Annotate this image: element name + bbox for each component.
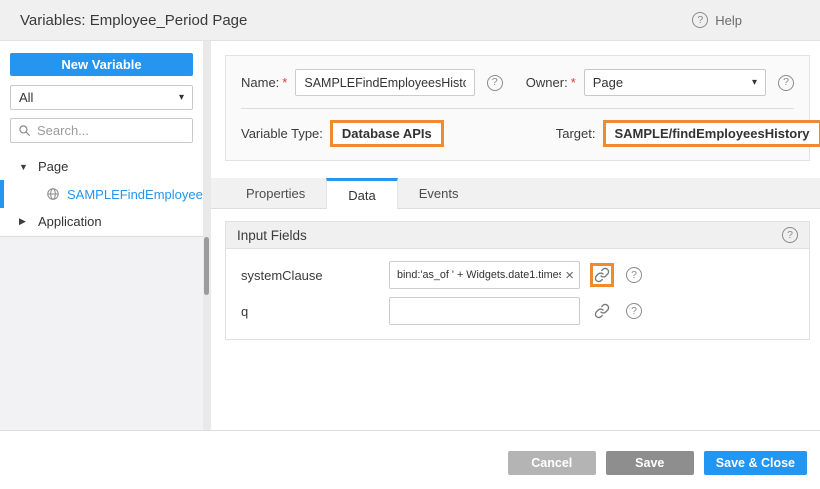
caret-right-icon: ▶ — [19, 216, 29, 227]
tab-properties[interactable]: Properties — [225, 178, 326, 208]
variable-search[interactable] — [10, 118, 193, 143]
chevron-down-icon: ▾ — [179, 92, 184, 103]
owner-select[interactable]: Page ▾ — [584, 69, 766, 96]
tree-group-page[interactable]: ▼ Page — [0, 155, 203, 178]
name-label: Name:* — [241, 75, 287, 90]
variable-filter-select[interactable]: All ▾ — [10, 85, 193, 110]
variable-type-label: Variable Type: — [241, 126, 323, 141]
tree-group-application-label: Application — [38, 214, 102, 229]
target-value-highlighted: SAMPLE/findEmployeesHistory — [603, 120, 820, 147]
field-row-q: q ? — [241, 297, 794, 325]
help-button[interactable]: ? Help — [692, 12, 742, 28]
required-asterisk: * — [282, 75, 287, 90]
target-label: Target: — [556, 126, 596, 141]
input-fields-section: Input Fields ? systemClause bind:'as_of … — [225, 221, 810, 340]
save-button[interactable]: Save — [606, 451, 694, 475]
systemclause-help-icon[interactable]: ? — [626, 267, 642, 283]
systemclause-bind-button-highlighted[interactable] — [590, 263, 614, 287]
systemclause-label: systemClause — [241, 268, 389, 283]
clear-icon[interactable]: × — [565, 268, 574, 283]
chevron-down-icon: ▾ — [752, 77, 757, 88]
variables-dialog: Variables: Employee_Period Page ? Help N… — [0, 0, 820, 489]
systemclause-value: bind:'as_of ' + Widgets.date1.timestam — [397, 269, 561, 281]
sidebar-controls: New Variable All ▾ — [0, 41, 203, 143]
owner-label: Owner:* — [526, 75, 576, 90]
tree-group-application[interactable]: ▶ Application — [0, 210, 203, 233]
dialog-body: New Variable All ▾ ▼ — [0, 41, 820, 430]
input-fields-body: systemClause bind:'as_of ' + Widgets.dat… — [226, 249, 809, 339]
scrollbar-thumb[interactable] — [204, 237, 209, 295]
q-help-icon[interactable]: ? — [626, 303, 642, 319]
help-label[interactable]: Help — [715, 13, 742, 28]
name-owner-row: Name:* ? Owner:* Page ▾ ? — [226, 56, 809, 108]
input-fields-title: Input Fields — [237, 228, 307, 243]
new-variable-button[interactable]: New Variable — [10, 53, 193, 76]
input-fields-help-icon[interactable]: ? — [782, 227, 798, 243]
variable-name-input[interactable] — [295, 69, 474, 96]
page-title: Variables: Employee_Period Page — [20, 12, 247, 29]
variables-tree: ▼ Page SAMPLEFindEmployee... ▶ — [0, 155, 203, 233]
tree-group-page-label: Page — [38, 159, 68, 174]
name-help-icon[interactable]: ? — [487, 75, 503, 91]
cancel-button[interactable]: Cancel — [508, 451, 596, 475]
search-input[interactable] — [37, 123, 185, 138]
systemclause-input[interactable]: bind:'as_of ' + Widgets.date1.timestam × — [389, 261, 580, 289]
input-fields-header: Input Fields ? — [226, 222, 809, 249]
save-and-close-button[interactable]: Save & Close — [704, 451, 807, 475]
variables-sidebar: New Variable All ▾ ▼ — [0, 41, 203, 430]
owner-help-icon[interactable]: ? — [778, 75, 794, 91]
dialog-footer: Cancel Save Save & Close — [0, 430, 820, 489]
variable-filter-value: All — [19, 90, 33, 105]
target-group: Target: SAMPLE/findEmployeesHistory — [556, 120, 820, 147]
search-icon — [18, 124, 31, 137]
tree-item-variable-label: SAMPLEFindEmployee... — [67, 187, 203, 202]
type-target-row: Variable Type: Database APIs Target: SAM… — [226, 109, 809, 160]
tab-data[interactable]: Data — [326, 178, 397, 209]
variable-editor: Name:* ? Owner:* Page ▾ ? Variable Type:… — [211, 41, 820, 430]
variable-summary-panel: Name:* ? Owner:* Page ▾ ? Variable Type:… — [225, 55, 810, 161]
caret-down-icon: ▼ — [19, 162, 29, 172]
q-input[interactable] — [389, 297, 580, 325]
required-asterisk: * — [571, 75, 576, 90]
q-bind-button[interactable] — [590, 299, 614, 323]
vertical-scrollbar[interactable] — [203, 41, 211, 430]
editor-tabs: Properties Data Events — [211, 178, 820, 209]
variable-type-value-highlighted: Database APIs — [330, 120, 444, 147]
tree-item-variable[interactable]: SAMPLEFindEmployee... — [0, 180, 203, 208]
help-icon[interactable]: ? — [692, 12, 708, 28]
service-variable-icon — [46, 187, 60, 201]
q-label: q — [241, 304, 389, 319]
field-row-systemclause: systemClause bind:'as_of ' + Widgets.dat… — [241, 261, 794, 289]
sidebar-filler — [0, 236, 203, 430]
title-bar: Variables: Employee_Period Page ? Help — [0, 0, 820, 41]
owner-value: Page — [593, 75, 623, 90]
tab-events[interactable]: Events — [398, 178, 480, 208]
